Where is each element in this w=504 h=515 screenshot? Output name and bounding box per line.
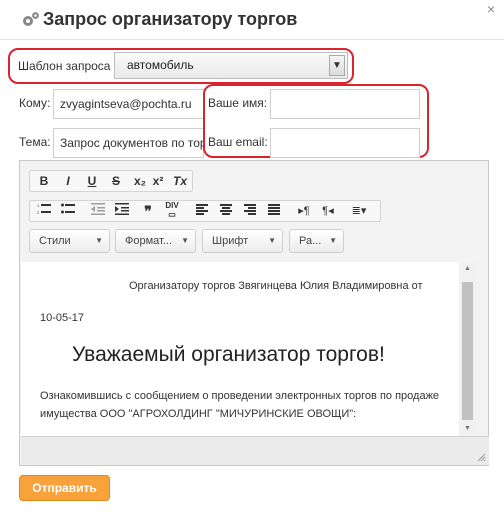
styles-combo-label: Стили xyxy=(39,235,71,247)
outdent-icon[interactable] xyxy=(86,201,110,221)
subject-label: Тема: xyxy=(19,135,51,149)
send-button[interactable]: Отправить xyxy=(19,475,110,501)
styles-combo[interactable]: Стили ▼ xyxy=(29,229,110,253)
content-heading: Уважаемый организатор торгов! xyxy=(72,343,385,366)
template-select[interactable]: автомобиль ▼ xyxy=(114,52,348,79)
indent-icon[interactable] xyxy=(110,201,134,221)
superscript-button[interactable]: x² xyxy=(146,171,170,191)
email-label: Ваш email: xyxy=(208,135,268,149)
to-label: Кому: xyxy=(19,96,51,110)
strikethrough-button[interactable]: S xyxy=(104,171,128,191)
rich-text-editor: B I U S x₂ x² Tx 12 ❞ DIV ▭ ▸¶ ¶◂ ≣▾ Сти… xyxy=(19,160,489,466)
underline-button[interactable]: U xyxy=(80,171,104,191)
size-combo-label: Ра... xyxy=(299,235,322,247)
content-paragraph: Ознакомившись с сообщением о проведении … xyxy=(40,390,440,420)
bulleted-list-icon[interactable] xyxy=(56,201,80,221)
align-right-icon[interactable] xyxy=(238,201,262,221)
size-combo[interactable]: Ра... ▼ xyxy=(289,229,344,253)
text-direction-rtl-icon[interactable]: ¶◂ xyxy=(316,201,340,221)
close-icon[interactable]: × xyxy=(484,2,498,16)
toolbar-basic-styles: B I U S x₂ x² Tx xyxy=(29,170,193,192)
svg-text:2: 2 xyxy=(37,210,40,215)
format-combo-label: Формат... xyxy=(125,235,173,247)
template-select-value: автомобиль xyxy=(127,58,194,72)
dialog-titlebar: Запрос организатору торгов × xyxy=(0,0,504,40)
editor-scrollbar[interactable]: ▲ ▼ xyxy=(459,262,476,436)
to-field[interactable]: zvyagintseva@pochta.ru xyxy=(53,89,204,119)
editor-status-bar xyxy=(21,436,489,465)
bold-button[interactable]: B xyxy=(32,171,56,191)
align-justify-icon[interactable] xyxy=(262,201,286,221)
chevron-down-icon[interactable]: ▼ xyxy=(329,55,345,76)
toolbar-paragraph: 12 ❞ DIV ▭ ▸¶ ¶◂ ≣▾ xyxy=(29,200,381,222)
font-combo[interactable]: Шрифт ▼ xyxy=(202,229,283,253)
chevron-down-icon: ▼ xyxy=(181,236,189,245)
align-left-icon[interactable] xyxy=(190,201,214,221)
numbered-list-icon[interactable]: 12 xyxy=(32,201,56,221)
scroll-up-icon[interactable]: ▲ xyxy=(459,262,476,276)
blockquote-icon[interactable]: ❞ xyxy=(136,201,160,221)
resize-handle-icon[interactable] xyxy=(476,452,486,462)
text-direction-ltr-icon[interactable]: ▸¶ xyxy=(292,201,316,221)
font-combo-label: Шрифт xyxy=(212,235,249,247)
chevron-down-icon: ▼ xyxy=(95,236,103,245)
dialog-title: Запрос организатору торгов xyxy=(43,9,298,29)
content-date: 10-05-17 xyxy=(40,312,85,324)
div-container-icon[interactable]: DIV ▭ xyxy=(160,201,184,221)
email-field[interactable] xyxy=(270,128,420,158)
subject-field[interactable]: Запрос документов по торгам xyxy=(53,128,204,158)
scroll-down-icon[interactable]: ▼ xyxy=(459,422,476,436)
editor-content[interactable]: Организатору торгов Звягинцева Юлия Влад… xyxy=(21,262,459,436)
language-icon[interactable]: ≣▾ xyxy=(342,201,376,221)
italic-button[interactable]: I xyxy=(56,171,80,191)
chevron-down-icon: ▼ xyxy=(268,236,276,245)
svg-text:1: 1 xyxy=(37,203,40,208)
name-field[interactable] xyxy=(270,89,420,119)
gears-icon xyxy=(23,12,39,26)
template-label: Шаблон запроса xyxy=(18,59,111,73)
chevron-down-icon: ▼ xyxy=(329,236,337,245)
scrollbar-thumb[interactable] xyxy=(462,282,473,420)
remove-format-button[interactable]: Tx xyxy=(168,171,192,191)
format-combo[interactable]: Формат... ▼ xyxy=(115,229,196,253)
align-center-icon[interactable] xyxy=(214,201,238,221)
content-addressee-line: Организатору торгов Звягинцева Юлия Влад… xyxy=(129,280,423,292)
name-label: Ваше имя: xyxy=(208,96,268,110)
